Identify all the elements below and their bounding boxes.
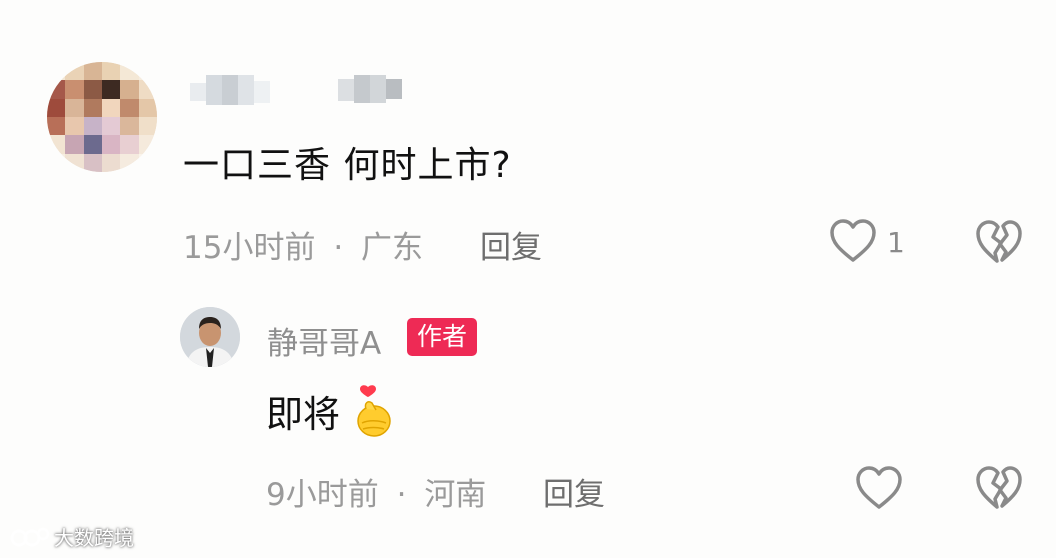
reply-location: 河南: [424, 477, 487, 513]
author-avatar[interactable]: [180, 307, 240, 367]
broken-heart-icon: [976, 466, 1022, 509]
heart-outline-icon: [830, 219, 876, 262]
reply-time: 9小时前: [266, 477, 379, 513]
comment-time: 15小时前: [183, 230, 316, 266]
author-avatar-image: [180, 307, 240, 367]
author-badge: 作者: [407, 318, 478, 356]
reply-like-button[interactable]: [855, 465, 903, 515]
commenter-avatar[interactable]: [47, 62, 157, 172]
avatar-mosaic: [47, 62, 157, 172]
reply-text: 即将: [266, 383, 394, 439]
commenter-name-blurred[interactable]: [190, 75, 270, 111]
finger-heart-emoji: [357, 385, 391, 437]
dislike-button[interactable]: [975, 219, 1023, 269]
meta-separator: ·: [396, 477, 407, 513]
like-count: 1: [887, 226, 905, 259]
broken-heart-icon: [976, 220, 1022, 263]
comment-text: 一口三香 何时上市?: [183, 145, 512, 186]
comment-reply-button[interactable]: 回复: [480, 222, 542, 267]
comment-location: 广东: [361, 230, 424, 266]
watermark-text: 大数跨境: [54, 526, 134, 550]
author-username[interactable]: 静哥哥A: [267, 318, 381, 363]
watermark-logo-icon: [10, 527, 50, 546]
like-button[interactable]: [829, 218, 877, 268]
reply-reply-button[interactable]: 回复: [543, 469, 605, 514]
comment-meta: 15小时前 · 广东: [183, 222, 423, 267]
heart-outline-icon: [856, 466, 902, 509]
reply-text-content: 即将: [266, 393, 340, 436]
meta-separator: ·: [333, 230, 344, 266]
commenter-name-blurred-2: [338, 75, 402, 111]
watermark: 大数跨境: [10, 522, 134, 551]
reply-meta: 9小时前 · 河南: [266, 469, 486, 514]
reply-dislike-button[interactable]: [975, 465, 1023, 515]
